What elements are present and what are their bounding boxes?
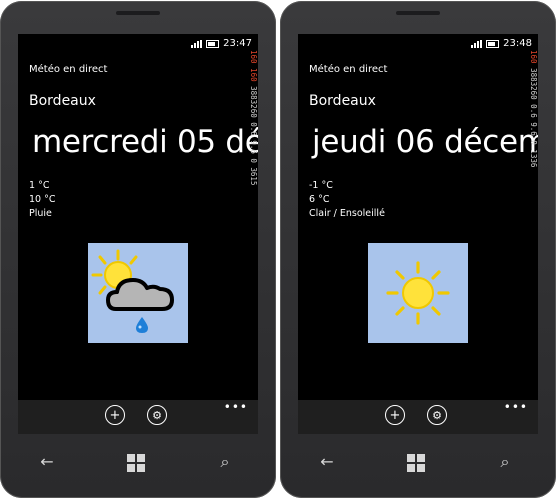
temp-max: 6 °C	[309, 194, 330, 205]
memory-counter: 160 3883260 0.6 9.6 0 1336	[529, 50, 538, 240]
back-icon[interactable]: ←	[37, 454, 57, 470]
rain-cloud-sun-icon	[91, 249, 174, 333]
status-bar: 23:47	[191, 38, 252, 49]
condition: Pluie	[29, 208, 52, 219]
condition: Clair / Ensoleillé	[309, 208, 385, 219]
search-icon[interactable]: ⌕	[495, 454, 515, 470]
counter-red: 160 160	[249, 50, 258, 82]
battery-icon	[206, 39, 220, 48]
app-bar: + ⚙ •••	[18, 400, 258, 434]
phone-right: 23:48 Météo en direct Bordeaux jeudi 06 …	[280, 1, 556, 498]
counter-text: 3883260 0.6 9.6 0 3615	[249, 86, 258, 186]
windows-home-icon[interactable]	[127, 454, 147, 472]
counter-red: 160	[529, 50, 538, 64]
add-button[interactable]: +	[385, 405, 405, 425]
back-icon[interactable]: ←	[317, 454, 337, 470]
status-time: 23:47	[223, 38, 252, 49]
signal-icon	[471, 39, 483, 48]
date-heading: jeudi 06 décembre	[312, 124, 538, 160]
screen: 23:48 Météo en direct Bordeaux jeudi 06 …	[298, 34, 538, 434]
app-title: Météo en direct	[309, 64, 388, 75]
speaker	[396, 11, 440, 15]
weather-tile	[88, 243, 188, 343]
date-heading: mercredi 05 décembre	[32, 124, 258, 160]
windows-home-icon[interactable]	[407, 454, 427, 472]
speaker	[116, 11, 160, 15]
signal-icon	[191, 39, 203, 48]
status-time: 23:48	[503, 38, 532, 49]
phone-left: 23:47 Météo en direct Bordeaux mercredi …	[0, 1, 276, 498]
battery-icon	[486, 39, 500, 48]
app-title: Météo en direct	[29, 64, 108, 75]
status-bar: 23:48	[471, 38, 532, 49]
screen: 23:47 Météo en direct Bordeaux mercredi …	[18, 34, 258, 434]
city-name: Bordeaux	[309, 93, 376, 109]
search-icon[interactable]: ⌕	[215, 454, 235, 470]
settings-button[interactable]: ⚙	[427, 405, 447, 425]
counter-text: 3883260 0.6 9.6 0 1336	[529, 68, 538, 168]
more-button[interactable]: •••	[504, 400, 528, 414]
more-button[interactable]: •••	[224, 400, 248, 414]
city-name: Bordeaux	[29, 93, 96, 109]
weather-info: 1 °C 10 °C Pluie	[29, 179, 56, 221]
sun-icon	[386, 261, 450, 325]
temp-min: -1 °C	[309, 180, 333, 191]
app-bar: + ⚙ •••	[298, 400, 538, 434]
weather-tile	[368, 243, 468, 343]
temp-max: 10 °C	[29, 194, 56, 205]
settings-button[interactable]: ⚙	[147, 405, 167, 425]
temp-min: 1 °C	[29, 180, 50, 191]
memory-counter: 160 160 3883260 0.6 9.6 0 3615	[249, 50, 258, 240]
add-button[interactable]: +	[105, 405, 125, 425]
weather-info: -1 °C 6 °C Clair / Ensoleillé	[309, 179, 385, 221]
